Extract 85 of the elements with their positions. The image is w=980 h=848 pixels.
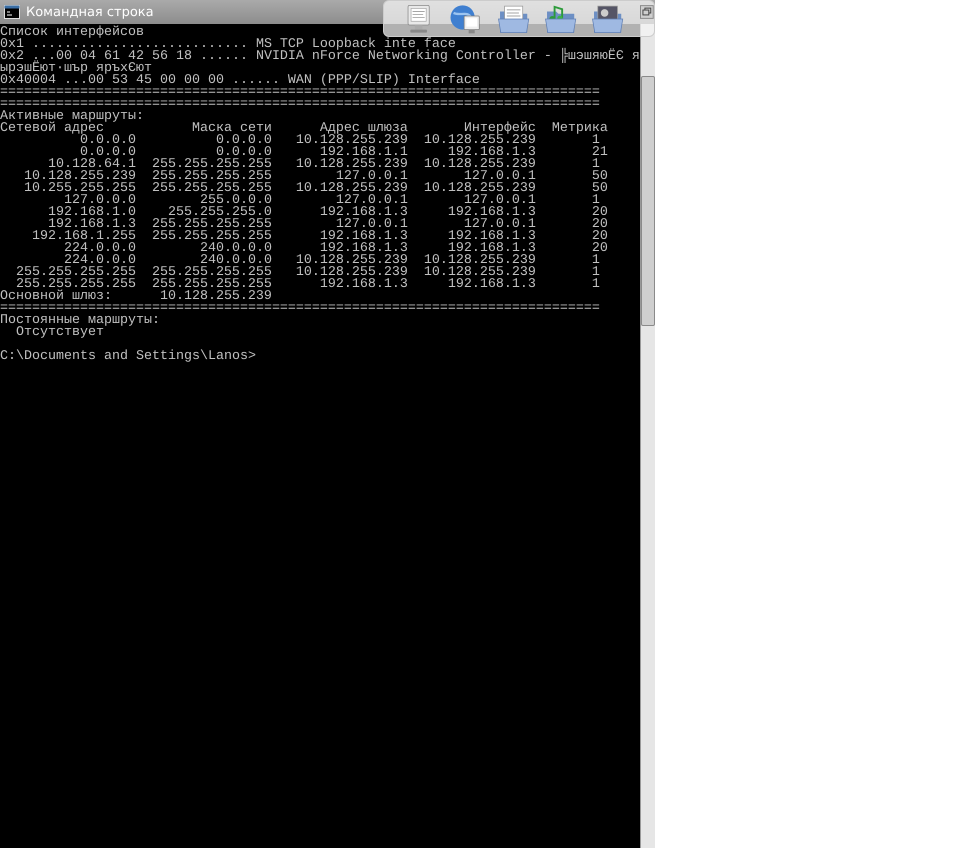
table-cell-text: 10.255.255.255	[22, 183, 136, 195]
table-cell-text: 192.168.1.1	[320, 147, 408, 159]
table-cell-text: 127.0.0.1	[336, 171, 408, 183]
console-line: Постоянные маршруты:	[0, 315, 160, 327]
table-cell-text: 127.0.0.0	[64, 195, 136, 207]
table-cell: 1	[592, 159, 600, 171]
table-cell-text: 192.168.1.3	[48, 219, 136, 231]
table-cell-text: 10.128.255.239	[422, 267, 536, 279]
table-cell-text: 192.168.1.3	[446, 231, 536, 243]
table-cell-text: 240.0.0.0	[200, 255, 272, 267]
table-cell-text: 0.0.0.0	[80, 147, 136, 159]
table-cell-text: 255.255.255.255	[150, 267, 272, 279]
table-cell-text: 255.255.255.255	[150, 159, 272, 171]
gateway-value: 10.128.255.239	[160, 291, 272, 303]
console-line: Активные маршруты:	[0, 111, 144, 123]
table-cell-text: 192.168.1.3	[318, 231, 408, 243]
table-cell-text: 10.128.255.239	[294, 183, 408, 195]
table-cell-text: 192.168.1.3	[446, 207, 536, 219]
table-cell-text: 192.168.1.0	[46, 207, 136, 219]
table-cell-text: 10.128.64.1	[48, 159, 136, 171]
table-cell-text: 10.128.255.239	[294, 255, 408, 267]
table-cell-text: 192.168.1.3	[318, 207, 408, 219]
table-cell-text: 127.0.0.1	[464, 219, 536, 231]
table-cell: 1	[592, 267, 600, 279]
table-cell-text: 10.128.255.239	[422, 255, 536, 267]
table-cell-text: 0.0.0.0	[216, 147, 272, 159]
table-cell-text: 192.168.1.3	[448, 147, 536, 159]
table-cell-text: 255.255.255.255	[150, 231, 272, 243]
table-cell-text: 255.255.255.255	[150, 183, 272, 195]
table-cell-text: 255.255.255.255	[150, 219, 272, 231]
table-cell: 1	[592, 255, 600, 267]
table-cell-text: 10.128.255.239	[422, 159, 536, 171]
table-cell-text: 192.168.1.3	[320, 243, 408, 255]
table-cell-text: 0.0.0.0	[80, 135, 136, 147]
table-cell-text: 10.128.255.239	[422, 183, 536, 195]
table-cell: 20	[592, 219, 608, 231]
column-header: Интерфейс	[464, 123, 536, 135]
table-cell-text: 255.255.255.0	[168, 207, 272, 219]
table-cell-text: 192.168.1.3	[446, 279, 536, 291]
column-header: Маска сети	[190, 123, 272, 135]
restore-icon[interactable]	[640, 5, 654, 19]
table-cell: 50	[592, 171, 608, 183]
column-header: Адрес шлюза	[320, 123, 408, 135]
table-cell: 20	[592, 231, 608, 243]
console-line: C:\Documents and Settings\Lanos>	[0, 351, 256, 363]
table-cell-text: 10.128.255.239	[22, 171, 136, 183]
table-cell-text: 10.128.255.239	[294, 135, 408, 147]
table-cell-text: 255.0.0.0	[200, 195, 272, 207]
table-cell: 1	[592, 195, 600, 207]
table-cell-text: 127.0.0.1	[464, 171, 536, 183]
table-cell-text: 192.168.1.255	[30, 231, 136, 243]
console-line: Список интерфейсов	[0, 27, 144, 39]
column-header: Метрика	[552, 123, 608, 135]
table-cell-text: 255.255.255.255	[150, 279, 272, 291]
table-cell-text: 224.0.0.0	[64, 255, 136, 267]
console-line: Отсутствует	[14, 327, 104, 339]
table-cell-text: 10.128.255.239	[294, 159, 408, 171]
table-cell-text: 255.255.255.255	[16, 279, 136, 291]
table-cell-text: 127.0.0.1	[464, 195, 536, 207]
window-title: Командная строка	[26, 4, 154, 20]
column-header: Сетевой адрес	[0, 123, 104, 135]
console-line: ===========================================================================	[0, 99, 600, 111]
table-cell: 20	[592, 207, 608, 219]
table-cell-text: 192.168.1.3	[318, 279, 408, 291]
console-line: 0x40004 ...00 53 45 00 00 00 ...... WAN (PPP/SLIP) Interface	[0, 75, 480, 87]
table-cell-text: 10.128.255.239	[422, 135, 536, 147]
table-cell: 21	[592, 147, 608, 159]
table-cell-text: 127.0.0.1	[336, 195, 408, 207]
table-cell-text: 0.0.0.0	[214, 135, 272, 147]
table-cell-text: 255.255.255.255	[150, 171, 272, 183]
table-cell: 1	[592, 135, 600, 147]
table-cell-text: 255.255.255.255	[14, 267, 136, 279]
table-cell-text: 224.0.0.0	[62, 243, 136, 255]
table-cell-text: 10.128.255.239	[294, 267, 408, 279]
table-cell: 20	[592, 243, 608, 255]
terminal-icon	[4, 5, 20, 19]
table-cell-text: 127.0.0.1	[336, 219, 408, 231]
console-line: ===========================================================================	[0, 87, 600, 99]
scrollbar-thumb[interactable]	[641, 76, 655, 326]
console-line: ===========================================================================	[0, 303, 600, 315]
table-cell: 50	[592, 183, 608, 195]
gateway-label: Основной шлюз:	[0, 291, 113, 303]
table-cell-text: 240.0.0.0	[198, 243, 272, 255]
table-cell: 1	[592, 279, 600, 291]
table-cell-text: 192.168.1.3	[448, 243, 536, 255]
